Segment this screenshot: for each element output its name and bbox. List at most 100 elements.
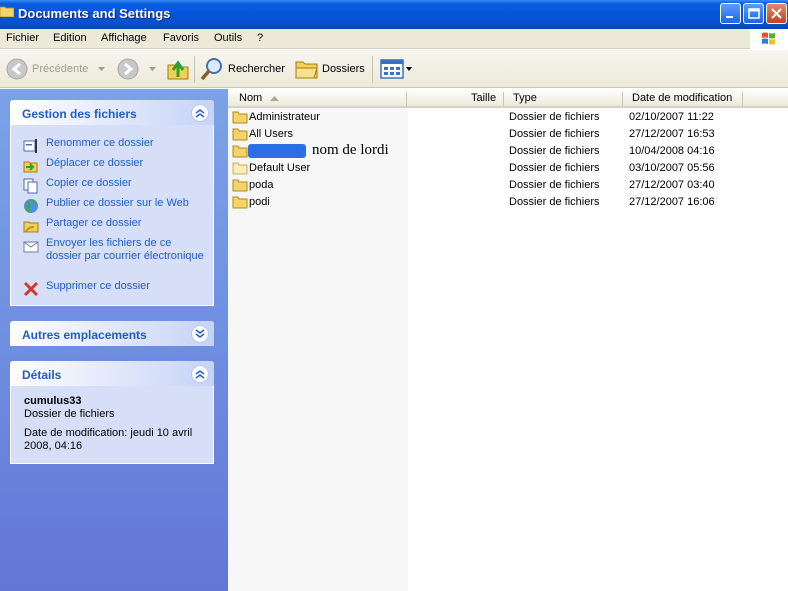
minimize-icon [726, 16, 733, 18]
rename-icon [23, 139, 37, 153]
column-divider[interactable] [742, 92, 743, 106]
menu-edition[interactable]: Edition [53, 32, 87, 44]
task-publish[interactable]: Publier ce dossier sur le Web [23, 197, 211, 214]
views-button[interactable] [380, 50, 414, 88]
table-row[interactable]: podi Dossier de fichiers 27/12/2007 16:0… [228, 194, 788, 211]
folder-icon [232, 128, 248, 141]
redacted-name [248, 144, 306, 158]
other-places-header[interactable]: Autres emplacements [10, 321, 214, 346]
toolbar: Précédente Rechercher Dossiers [0, 50, 788, 88]
chevron-down-icon [195, 329, 205, 338]
task-label: Copier ce dossier [46, 177, 132, 189]
chevron-down-icon [98, 67, 105, 71]
forward-button[interactable] [115, 50, 159, 88]
windows-flag-icon [762, 32, 775, 45]
back-button[interactable]: Précédente [4, 50, 106, 88]
move-icon [23, 161, 38, 173]
collapse-button[interactable] [191, 104, 209, 122]
file-type: Dossier de fichiers [509, 145, 600, 157]
folder-icon [232, 179, 248, 192]
maximize-button[interactable] [743, 3, 764, 24]
table-row[interactable]: poda Dossier de fichiers 27/12/2007 03:4… [228, 177, 788, 194]
task-delete[interactable]: Supprimer ce dossier [23, 280, 211, 297]
list-header: Nom Taille Type Date de modification [228, 89, 788, 108]
folder-icon [232, 145, 248, 158]
close-icon [771, 8, 782, 19]
minimize-button[interactable] [720, 3, 741, 24]
folders-button[interactable]: Dossiers [295, 50, 365, 88]
table-row[interactable]: Administrateur Dossier de fichiers 02/10… [228, 109, 788, 126]
chevron-up-icon [195, 109, 205, 118]
chevron-down-icon [406, 67, 412, 71]
task-label: Partager ce dossier [46, 217, 142, 229]
column-divider[interactable] [406, 92, 407, 106]
toolbar-separator [372, 56, 373, 83]
folder-up-icon [167, 60, 189, 80]
details-modified: Date de modification: jeudi 10 avril 200… [24, 427, 193, 452]
file-name: poda [249, 179, 274, 191]
column-divider[interactable] [622, 92, 623, 106]
menu-help[interactable]: ? [257, 32, 263, 44]
table-row[interactable]: All Users Dossier de fichiers 27/12/2007… [228, 126, 788, 143]
view-icon [380, 59, 404, 79]
back-arrow-icon [6, 58, 28, 80]
file-name: podi [249, 196, 270, 208]
menu-affichage[interactable]: Affichage [101, 32, 147, 44]
file-name: All Users [249, 128, 294, 140]
share-icon [23, 221, 39, 233]
table-row[interactable]: Default User Dossier de fichiers 03/10/2… [228, 160, 788, 177]
menu-favoris[interactable]: Favoris [163, 32, 199, 44]
column-modified[interactable]: Date de modification [632, 92, 732, 104]
task-share[interactable]: Partager ce dossier [23, 217, 211, 233]
file-type: Dossier de fichiers [509, 196, 600, 208]
globe-icon [24, 199, 38, 214]
details-header[interactable]: Détails [10, 361, 214, 386]
task-label: Supprimer ce dossier [46, 280, 150, 292]
column-name[interactable]: Nom [239, 92, 262, 104]
column-divider[interactable] [503, 92, 504, 106]
other-places-title: Autres emplacements [22, 328, 147, 342]
task-label: Envoyer les fichiers de ce dossier par c… [46, 237, 204, 262]
column-size[interactable]: Taille [471, 92, 496, 104]
file-tasks-body: Renommer ce dossier Déplacer ce dossier … [10, 125, 214, 306]
task-move[interactable]: Déplacer ce dossier [23, 157, 211, 173]
chevron-down-icon [149, 67, 156, 71]
file-modified: 03/10/2007 05:56 [629, 162, 715, 174]
expand-button[interactable] [191, 325, 209, 343]
mail-icon [23, 241, 39, 253]
window-title: Documents and Settings [18, 6, 171, 21]
close-button[interactable] [766, 3, 787, 24]
menu-outils[interactable]: Outils [214, 32, 242, 44]
up-folder-button[interactable] [164, 50, 190, 88]
folder-icon [232, 111, 248, 124]
table-row[interactable]: nom de lordi Dossier de fichiers 10/04/2… [228, 142, 788, 160]
chevron-up-icon [195, 370, 205, 379]
task-email[interactable]: Envoyer les fichiers de ce dossier par c… [23, 237, 211, 277]
forward-arrow-icon [117, 58, 139, 80]
file-name: Administrateur [249, 111, 320, 123]
file-modified: 10/04/2008 04:16 [629, 145, 715, 157]
details-type: Dossier de fichiers [24, 408, 115, 420]
task-copy[interactable]: Copier ce dossier [23, 177, 211, 194]
title-bar: Documents and Settings [0, 0, 788, 29]
toolbar-separator [194, 56, 195, 83]
column-type[interactable]: Type [513, 92, 537, 104]
collapse-button[interactable] [191, 365, 209, 383]
file-type: Dossier de fichiers [509, 162, 600, 174]
file-tasks-header[interactable]: Gestion des fichiers [10, 100, 214, 125]
file-modified: 27/12/2007 16:53 [629, 128, 715, 140]
sort-ascending-icon [270, 96, 279, 101]
task-rename[interactable]: Renommer ce dossier [23, 137, 211, 153]
file-modified: 27/12/2007 03:40 [629, 179, 715, 191]
menu-fichier[interactable]: Fichier [6, 32, 39, 44]
task-pane: Gestion des fichiers Renommer ce dossier… [0, 89, 228, 591]
folders-label: Dossiers [322, 63, 365, 75]
delete-icon [23, 281, 39, 297]
file-tasks-title: Gestion des fichiers [22, 107, 137, 121]
file-type: Dossier de fichiers [509, 179, 600, 191]
details-name: cumulus33 [24, 395, 82, 407]
search-button[interactable]: Rechercher [200, 50, 288, 88]
task-label: Renommer ce dossier [46, 137, 154, 149]
search-icon [200, 58, 222, 81]
maximize-icon [748, 8, 760, 19]
